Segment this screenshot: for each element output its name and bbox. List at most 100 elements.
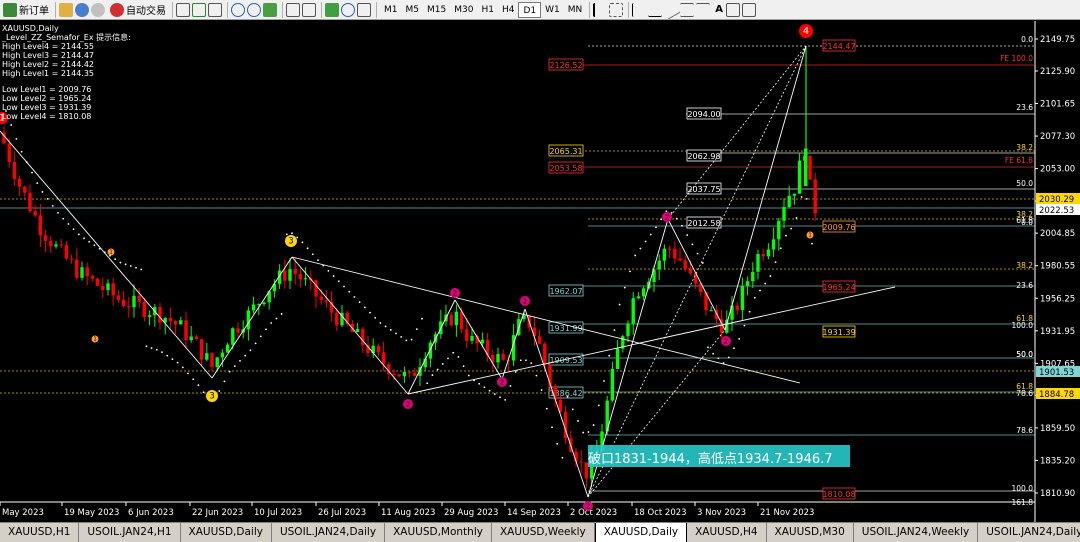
chart-tab[interactable]: USOIL.JAN24,Daily <box>978 523 1080 542</box>
candle-body <box>709 310 713 312</box>
candle-body <box>101 285 105 291</box>
candle-body <box>7 143 11 162</box>
sar-dot <box>686 234 689 236</box>
line-chart-icon[interactable] <box>208 2 222 17</box>
timeframe-mn[interactable]: MN <box>564 2 587 18</box>
chart-tab[interactable]: XAUUSD,H1 <box>0 523 80 542</box>
globe-icon[interactable] <box>75 2 89 17</box>
semafor-label: 2 <box>523 297 527 305</box>
crosshair-icon[interactable] <box>609 2 624 17</box>
horizontal-line-icon[interactable] <box>648 3 663 17</box>
sar-dot <box>145 345 148 348</box>
sar-dot <box>140 268 143 271</box>
arrows-icon[interactable] <box>741 2 756 17</box>
timeframe-m5[interactable]: M5 <box>402 2 424 18</box>
candle-body <box>33 211 37 216</box>
trendline-icon[interactable] <box>661 0 681 20</box>
new-order-button[interactable]: 新订单 <box>0 1 52 19</box>
chart-tab[interactable]: XAUUSD,Monthly <box>385 523 492 542</box>
price-chart[interactable]: 2149.752125.902101.652077.302053.002028.… <box>0 21 1080 522</box>
timeframe-m1[interactable]: M1 <box>380 2 402 18</box>
timeframe-m15[interactable]: M15 <box>423 2 450 18</box>
chart-tab[interactable]: XAUUSD,Weekly <box>492 523 595 542</box>
toolbar-separator <box>282 1 283 18</box>
indicators-icon[interactable] <box>325 2 339 17</box>
candle-chart-icon[interactable] <box>192 2 206 17</box>
candle-body <box>636 296 641 299</box>
time-axis-label: 6 Jun 2023 <box>128 508 174 518</box>
zoom-out-icon[interactable] <box>247 2 261 17</box>
shift-chart-icon[interactable] <box>302 2 316 17</box>
text-icon[interactable]: A <box>712 1 726 19</box>
candle-body <box>745 281 750 286</box>
tile-windows-icon[interactable] <box>263 2 277 17</box>
bar-chart-icon[interactable] <box>176 2 190 17</box>
sar-dot <box>452 351 455 354</box>
timeframe-h1[interactable]: H1 <box>477 2 498 18</box>
timeframe-w1[interactable]: W1 <box>541 2 564 18</box>
sar-dot <box>343 285 345 288</box>
sar-dot <box>727 356 730 359</box>
sar-dot <box>405 339 408 342</box>
chart-tab[interactable]: XAUUSD,H4 <box>687 523 767 542</box>
sar-dot <box>571 408 574 411</box>
sar-dot <box>62 217 65 220</box>
templates-icon[interactable] <box>357 2 371 17</box>
timeframe-d1[interactable]: D1 <box>518 1 542 18</box>
chart-tab[interactable]: XAUUSD,Daily <box>181 523 272 542</box>
candle-body <box>543 343 547 365</box>
fib-label: 100.0 <box>1012 484 1034 493</box>
sar-dot <box>545 407 548 410</box>
candle-body <box>324 300 329 302</box>
sar-dot <box>592 424 595 426</box>
cursor-icon[interactable] <box>593 2 607 17</box>
sar-dot <box>753 296 756 299</box>
sar-dot <box>72 228 75 231</box>
price-box-label: 1810.08 <box>822 490 855 499</box>
target-icon[interactable] <box>91 2 105 17</box>
sar-dot <box>675 217 678 220</box>
folder-icon[interactable] <box>59 2 73 17</box>
chart-tab[interactable]: XAUUSD,Daily <box>594 523 688 542</box>
chart-tab[interactable]: USOIL.JAN24,H1 <box>79 523 181 542</box>
timeframe-h4[interactable]: H4 <box>498 2 519 18</box>
sar-dot <box>161 351 163 354</box>
auto-scroll-icon[interactable] <box>286 2 300 17</box>
chart-tab[interactable]: XAUUSD,M30 <box>767 523 854 542</box>
price-axis-label: 1931.95 <box>1040 327 1075 337</box>
price-box-label: 2126.52 <box>549 61 582 70</box>
sar-dot <box>748 310 751 313</box>
timeframe-m30[interactable]: M30 <box>450 2 477 18</box>
candle-body <box>355 329 360 332</box>
price-axis-label: 2053.00 <box>1040 165 1075 175</box>
candle-body <box>797 160 802 194</box>
sar-dot <box>218 390 221 392</box>
zoom-in-icon[interactable] <box>231 2 245 17</box>
sar-dot <box>410 338 413 341</box>
sar-dot <box>795 217 798 219</box>
fib-label: 38.2 <box>1016 261 1033 270</box>
zigzag-line <box>667 218 726 331</box>
sar-dot <box>655 226 657 229</box>
candle-body <box>771 239 776 250</box>
channel-icon[interactable] <box>680 2 695 17</box>
sar-dot <box>192 378 195 381</box>
price-box-label: 2065.31 <box>549 147 582 156</box>
zigzag-line <box>524 308 589 498</box>
chart-tab[interactable]: USOIL.JAN24,Daily <box>272 523 386 542</box>
vertical-line-icon[interactable] <box>632 2 646 17</box>
sar-dot <box>77 233 80 236</box>
candle-body <box>407 372 412 374</box>
high-level-1: High Level1 = 2144.35 <box>2 69 95 78</box>
semafor-label: 2 <box>724 337 728 345</box>
period-icon[interactable] <box>341 2 355 17</box>
sar-dot <box>634 254 637 257</box>
sar-dot <box>332 275 335 277</box>
label-icon[interactable] <box>725 2 740 17</box>
sar-dot <box>530 362 533 365</box>
toolbar-separator <box>172 1 173 18</box>
chart-tab[interactable]: USOIL.JAN24,Weekly <box>854 523 979 542</box>
auto-trade-button[interactable]: 自动交易 <box>107 1 169 19</box>
fibonacci-icon[interactable] <box>696 2 711 17</box>
candle-body <box>804 148 808 187</box>
